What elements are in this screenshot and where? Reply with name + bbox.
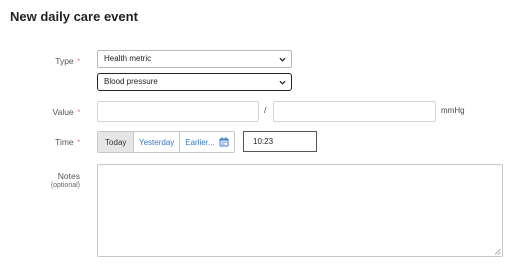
time-day-selector: Today Yesterday Earlier... [97, 131, 235, 153]
time-option-earlier-label: Earlier... [185, 137, 215, 147]
value-separator: / [264, 105, 267, 115]
notes-label: Notes (optional) [50, 171, 80, 189]
diastolic-input[interactable] [273, 101, 436, 122]
type-label: Type * [55, 56, 80, 66]
value-unit: mmHg [441, 106, 465, 115]
required-marker: * [77, 110, 80, 116]
required-marker: * [77, 140, 80, 146]
time-option-earlier[interactable]: Earlier... [180, 132, 234, 152]
type-metric-select[interactable]: Blood pressure [97, 73, 292, 91]
chevron-down-icon [279, 80, 286, 85]
time-option-yesterday[interactable]: Yesterday [134, 132, 180, 152]
type-category-select[interactable]: Health metric [97, 50, 292, 68]
calendar-icon [219, 137, 229, 147]
type-category-value: Health metric [104, 54, 152, 63]
notes-optional-hint: (optional) [50, 182, 80, 189]
required-marker: * [77, 59, 80, 65]
systolic-input[interactable] [97, 101, 259, 122]
page-title: New daily care event [10, 9, 138, 24]
time-input[interactable]: 10:23 [243, 131, 317, 152]
value-label: Value * [52, 107, 80, 117]
chevron-down-icon [279, 57, 286, 62]
time-option-today[interactable]: Today [98, 132, 135, 152]
notes-textarea[interactable] [97, 164, 503, 257]
type-metric-value: Blood pressure [104, 77, 158, 86]
time-label: Time * [55, 137, 80, 147]
resize-grip-icon[interactable] [494, 248, 501, 255]
